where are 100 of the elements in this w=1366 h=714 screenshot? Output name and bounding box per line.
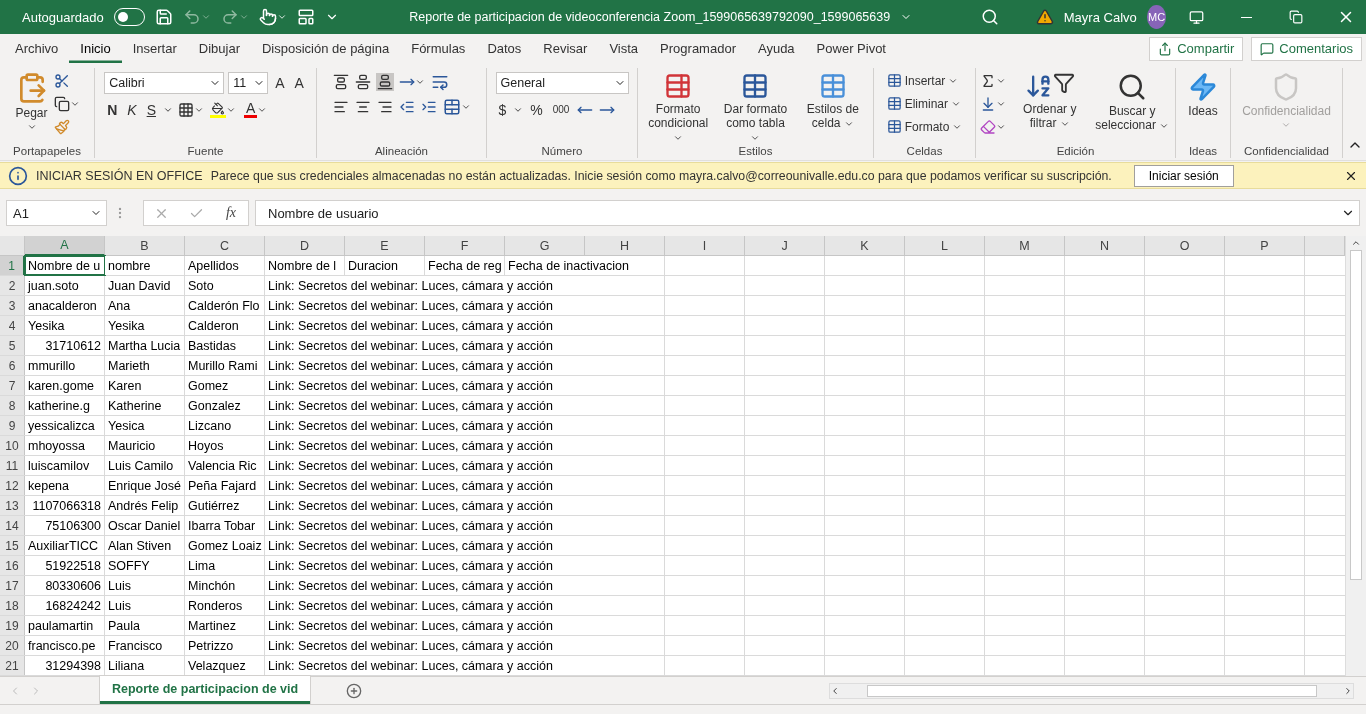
row-header[interactable]: 7 <box>0 376 25 396</box>
ribbon-tab[interactable]: Fórmulas <box>400 34 477 63</box>
redo-button[interactable] <box>221 8 250 26</box>
search-button[interactable] <box>981 8 1000 26</box>
column-header[interactable]: K <box>825 236 905 257</box>
row-header[interactable]: 6 <box>0 356 25 376</box>
row-header[interactable]: 15 <box>0 536 25 556</box>
column-header[interactable]: F <box>425 236 505 257</box>
bold-button[interactable]: N <box>104 98 121 121</box>
row-header[interactable]: 19 <box>0 616 25 636</box>
align-middle-button[interactable] <box>353 72 372 91</box>
column-header[interactable]: L <box>905 236 985 257</box>
font-color-button[interactable]: A <box>240 98 271 121</box>
row-header[interactable]: 8 <box>0 396 25 416</box>
insert-cells-button[interactable]: Insertar <box>884 71 961 90</box>
row-header[interactable]: 18 <box>0 596 25 616</box>
borders-icon <box>177 101 194 118</box>
sheet-tab[interactable]: Reporte de participacion de vid <box>100 676 311 705</box>
ribbon-tab[interactable]: Vista <box>598 34 650 63</box>
font-name-field[interactable]: Calibri <box>104 71 225 94</box>
fill-color-button[interactable] <box>208 100 237 119</box>
column-header[interactable]: H <box>585 236 665 257</box>
row-header[interactable]: 2 <box>0 276 25 296</box>
ribbon-tab[interactable]: Datos <box>476 34 533 63</box>
underline-button[interactable]: S <box>143 98 159 121</box>
share-button[interactable]: Compartir <box>1149 36 1244 61</box>
row-header[interactable]: 11 <box>0 456 25 476</box>
ribbon-tab[interactable]: Programador <box>649 34 747 63</box>
undo-button[interactable] <box>183 8 212 26</box>
column-header[interactable]: N <box>1065 236 1145 257</box>
row-header[interactable]: 20 <box>0 636 25 656</box>
row-header[interactable]: 16 <box>0 556 25 576</box>
table-icon <box>886 96 902 112</box>
format-cells-button[interactable]: Formato <box>884 117 965 136</box>
align-bottom-button[interactable] <box>375 72 394 91</box>
column-header[interactable]: G <box>505 236 585 257</box>
column-header[interactable]: I <box>665 236 745 257</box>
comments-button[interactable]: Comentarios <box>1251 36 1362 61</box>
grow-font-button[interactable]: A <box>272 71 288 94</box>
row-header[interactable]: 12 <box>0 476 25 496</box>
column-header[interactable]: B <box>105 236 185 257</box>
ideas-button[interactable]: Ideas <box>1186 71 1220 119</box>
clear-button[interactable] <box>979 117 1007 136</box>
ribbon-tab[interactable]: Disposición de página <box>251 34 401 63</box>
sign-in-button[interactable]: Iniciar sesión <box>1133 164 1234 187</box>
column-header[interactable]: C <box>185 236 265 257</box>
row-header[interactable]: 5 <box>0 336 25 356</box>
ribbon-tab[interactable]: Dibujar <box>187 34 251 63</box>
warning-icon[interactable] <box>1035 8 1054 26</box>
save-button[interactable] <box>155 8 174 26</box>
sort-filter-button[interactable]: Ordenar y filtrar <box>1010 71 1090 131</box>
add-sheet-icon[interactable] <box>346 682 363 699</box>
user-avatar[interactable]: MC <box>1146 5 1167 29</box>
find-select-button[interactable]: Buscar y seleccionar <box>1092 71 1172 133</box>
align-top-button[interactable] <box>331 72 350 91</box>
column-header[interactable]: O <box>1145 236 1225 257</box>
shrink-font-button[interactable]: A <box>291 71 307 94</box>
cut-button[interactable] <box>52 71 71 90</box>
row-header[interactable]: 17 <box>0 576 25 596</box>
borders-button[interactable] <box>176 100 205 119</box>
row-header[interactable]: 4 <box>0 316 25 336</box>
delete-cells-button[interactable]: Eliminar <box>884 94 963 113</box>
ribbon-tab[interactable]: Revisar <box>532 34 599 63</box>
currency-button[interactable]: $ <box>495 98 510 121</box>
format-table-button[interactable]: Dar formato como tabla <box>718 71 793 145</box>
number-format-field[interactable]: General <box>495 71 629 94</box>
column-header[interactable]: A <box>25 236 105 257</box>
italic-button[interactable]: K <box>124 98 140 121</box>
vertical-scrollbar[interactable] <box>1345 236 1366 677</box>
column-header[interactable]: P <box>1225 236 1305 257</box>
horizontal-scrollbar[interactable] <box>829 682 1354 699</box>
column-header[interactable]: M <box>985 236 1065 257</box>
ribbon-tab[interactable]: Ayuda <box>746 34 806 63</box>
row-header[interactable]: 3 <box>0 296 25 316</box>
row-header[interactable]: 1 <box>0 256 25 276</box>
row-header[interactable]: 21 <box>0 656 25 676</box>
conditional-format-button[interactable]: Formato condicional <box>641 71 716 145</box>
row-header[interactable]: 10 <box>0 436 25 456</box>
user-name[interactable]: Mayra Calvo <box>1063 9 1137 25</box>
form-button[interactable] <box>297 8 316 26</box>
cell-styles-button[interactable]: Estilos de celda <box>795 71 870 131</box>
insert-function-button[interactable]: fx <box>223 205 238 222</box>
paste-button[interactable]: Pegar <box>13 71 50 133</box>
touch-mode-button[interactable] <box>259 8 288 26</box>
row-header[interactable]: 14 <box>0 516 25 536</box>
formula-field[interactable]: Nombre de usuario <box>255 200 1360 227</box>
column-header[interactable]: J <box>745 236 825 257</box>
ribbon-tab[interactable]: Inicio <box>69 34 122 63</box>
name-box[interactable]: A1 <box>6 200 107 227</box>
column-header[interactable]: D <box>265 236 345 257</box>
ribbon-tab[interactable]: Power Pivot <box>805 34 897 63</box>
row-header[interactable]: 9 <box>0 416 25 436</box>
ribbon-tab[interactable]: Archivo <box>4 34 70 63</box>
thousands-button[interactable]: 000 <box>549 98 573 121</box>
copy-button[interactable] <box>52 94 81 113</box>
percent-button[interactable]: % <box>527 98 546 121</box>
ribbon-tab[interactable]: Insertar <box>121 34 188 63</box>
column-header[interactable]: E <box>345 236 425 257</box>
font-size-field[interactable]: 11 <box>228 71 269 94</box>
row-header[interactable]: 13 <box>0 496 25 516</box>
